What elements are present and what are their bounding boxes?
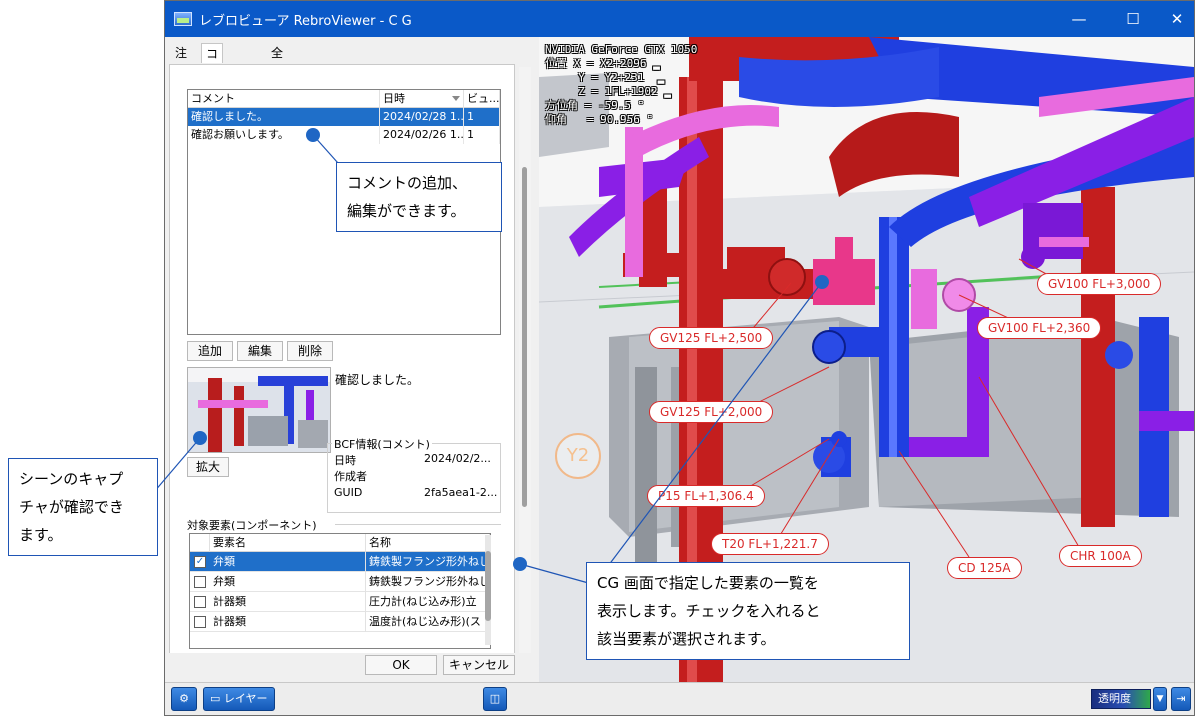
settings-gear-icon[interactable]: ⚙ bbox=[171, 687, 197, 711]
layer-button[interactable]: ▭ レイヤー bbox=[203, 687, 275, 711]
elements-scroll-thumb[interactable] bbox=[485, 551, 491, 621]
layer-icon: ▭ bbox=[210, 692, 224, 705]
comment-list-header: コメント 日時 ビュ... bbox=[188, 90, 500, 108]
column-view[interactable]: ビュ... bbox=[464, 90, 500, 108]
comment-row[interactable]: 確認しました。 2024/02/28 1... 1 bbox=[188, 108, 500, 126]
tab-annotation[interactable]: 注記 bbox=[171, 43, 191, 80]
column-element-type[interactable]: 要素名 bbox=[210, 534, 366, 552]
element-name-cell: 温度計(ねじ込み形)(ス bbox=[366, 612, 490, 632]
column-comment[interactable]: コメント bbox=[188, 90, 380, 108]
bcf-guid-value: 2fa5aea1-2... bbox=[424, 486, 498, 499]
element-row[interactable]: 計器類 温度計(ねじ込み形)(ス bbox=[190, 612, 490, 632]
zoom-button[interactable]: 拡大 bbox=[187, 457, 229, 477]
comment-view-cell: 1 bbox=[464, 108, 500, 126]
capture-image bbox=[188, 368, 330, 452]
layer-button-label: レイヤー bbox=[223, 692, 268, 705]
title-bar[interactable]: レブロビューア RebroViewer - C G — ☐ ✕ bbox=[165, 1, 1194, 37]
element-name-cell: 鋳鉄製フランジ形外ねじ bbox=[366, 572, 490, 592]
pipe-label[interactable]: GV125 FL+2,500 bbox=[649, 327, 774, 349]
pipe-label[interactable]: CD 125A bbox=[947, 557, 1022, 579]
side-panel: 注記 コメント 全天球画像 コメント 日時 ビュ... 確認しました。 2024… bbox=[165, 37, 535, 682]
edit-comment-button[interactable]: 編集 bbox=[237, 341, 283, 361]
element-checkbox[interactable] bbox=[194, 596, 206, 608]
bcf-info-group: BCF情報(コメント) 日時 2024/02/2... 作成者 GUID 2fa… bbox=[327, 436, 501, 513]
capture-callout-dot bbox=[193, 431, 207, 445]
pin-icon[interactable]: ⇥ bbox=[1171, 687, 1191, 711]
pipe-label[interactable]: GV100 FL+2,360 bbox=[977, 317, 1102, 339]
element-checkbox[interactable] bbox=[194, 576, 206, 588]
panel-scrollbar[interactable] bbox=[519, 67, 531, 675]
selected-comment-text: 確認しました。 bbox=[333, 367, 501, 437]
comment-callout-dot bbox=[306, 128, 320, 142]
element-row[interactable]: ✓ 弁類 鋳鉄製フランジ形外ねじ bbox=[190, 552, 490, 572]
element-type-cell: 計器類 bbox=[210, 592, 366, 612]
element-row[interactable]: 弁類 鋳鉄製フランジ形外ねじ bbox=[190, 572, 490, 592]
minimize-button[interactable]: — bbox=[1067, 7, 1091, 31]
close-button[interactable]: ✕ bbox=[1165, 7, 1189, 31]
comment-date-cell: 2024/02/26 1... bbox=[380, 126, 464, 144]
grid-axis-marker: Y2 bbox=[555, 433, 601, 479]
app-icon bbox=[174, 12, 192, 26]
maximize-button[interactable]: ☐ bbox=[1121, 7, 1145, 31]
element-type-cell: 弁類 bbox=[210, 572, 366, 592]
target-elements-label: 対象要素(コンポーネント) bbox=[187, 517, 319, 533]
element-name-cell: 鋳鉄製フランジ形外ねじ bbox=[366, 552, 490, 572]
pipe-label[interactable]: T20 FL+1,221.7 bbox=[711, 533, 829, 555]
pipe-label[interactable]: GV125 FL+2,000 bbox=[649, 401, 774, 423]
cancel-button[interactable]: キャンセル bbox=[443, 655, 515, 675]
delete-comment-button[interactable]: 削除 bbox=[287, 341, 333, 361]
elements-callout-dot bbox=[513, 557, 527, 571]
panel-toggle-icon[interactable]: ◫ bbox=[483, 687, 507, 711]
capture-callout: シーンのキャプ チャが確認でき ます。 bbox=[8, 458, 158, 556]
element-row[interactable]: 計器類 圧力計(ねじ込み形)立 bbox=[190, 592, 490, 612]
transparency-label: 透明度 bbox=[1098, 692, 1131, 705]
comment-text-cell: 確認お願いします。 bbox=[188, 126, 380, 144]
scene-capture-thumbnail[interactable] bbox=[187, 367, 331, 453]
camera-info-overlay: NVIDIA GeForce GTX 1050 位置 X = X2+2096 ▂… bbox=[545, 43, 698, 126]
element-checkbox[interactable]: ✓ bbox=[194, 556, 206, 568]
column-check bbox=[190, 534, 210, 552]
elements-callout: CG 画面で指定した要素の一覧を 表示します。チェックを入れると 該当要素が選択… bbox=[586, 562, 910, 660]
element-type-cell: 計器類 bbox=[210, 612, 366, 632]
comment-text-cell: 確認しました。 bbox=[188, 108, 380, 126]
element-name-cell: 圧力計(ねじ込み形)立 bbox=[366, 592, 490, 612]
bcf-guid-label: GUID bbox=[334, 486, 363, 499]
target-elements-table[interactable]: 要素名 名称 ✓ 弁類 鋳鉄製フランジ形外ねじ 弁類 鋳鉄製フランジ形外ねじ 計… bbox=[189, 533, 491, 649]
tab-comment[interactable]: コメント bbox=[201, 43, 224, 121]
bottom-toolbar: ⚙ ▭ レイヤー ◫ 透明度 ▼ ⇥ bbox=[165, 682, 1194, 715]
bcf-date-value: 2024/02/2... bbox=[424, 452, 491, 465]
dialog-button-row: OK キャンセル bbox=[165, 653, 535, 681]
tab-panorama[interactable]: 全天球画像 bbox=[267, 43, 287, 140]
pipe-label[interactable]: GV100 FL+3,000 bbox=[1037, 273, 1162, 295]
window-title: レブロビューア RebroViewer - C G bbox=[199, 14, 412, 29]
comment-row[interactable]: 確認お願いします。 2024/02/26 1... 1 bbox=[188, 126, 500, 144]
comment-date-cell: 2024/02/28 1... bbox=[380, 108, 464, 126]
transparency-dropdown-icon[interactable]: ▼ bbox=[1153, 687, 1167, 711]
pipe-label[interactable]: CHR 100A bbox=[1059, 545, 1142, 567]
bcf-info-title: BCF情報(コメント) bbox=[332, 436, 432, 452]
sort-desc-icon bbox=[452, 96, 460, 101]
comment-view-cell: 1 bbox=[464, 126, 500, 144]
column-element-name[interactable]: 名称 bbox=[366, 534, 490, 552]
scene-callout-dot bbox=[815, 275, 829, 289]
panel-scroll-thumb[interactable] bbox=[522, 167, 527, 507]
transparency-control[interactable]: 透明度 bbox=[1091, 689, 1151, 709]
elements-scrollbar[interactable] bbox=[485, 535, 491, 645]
element-checkbox[interactable] bbox=[194, 616, 206, 628]
add-comment-button[interactable]: 追加 bbox=[187, 341, 233, 361]
element-type-cell: 弁類 bbox=[210, 552, 366, 572]
ok-button[interactable]: OK bbox=[365, 655, 437, 675]
group-divider bbox=[335, 524, 501, 525]
comment-callout: コメントの追加、 編集ができます。 bbox=[336, 162, 502, 232]
pipe-label[interactable]: P15 FL+1,306.4 bbox=[647, 485, 765, 507]
bcf-date-label: 日時 bbox=[334, 454, 356, 467]
bcf-author-label: 作成者 bbox=[334, 470, 367, 483]
